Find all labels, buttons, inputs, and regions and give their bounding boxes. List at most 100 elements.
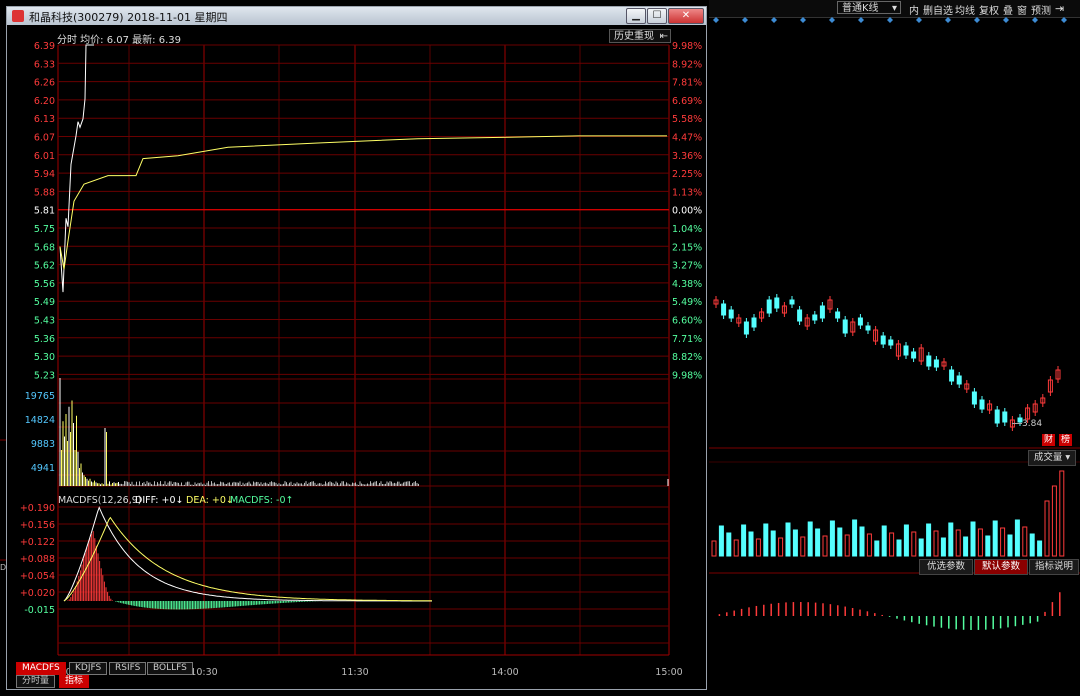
kline-volume-bar <box>882 526 886 556</box>
finance-badge[interactable]: 财 <box>1042 434 1055 446</box>
percent-tick-label: 4.47% <box>672 133 702 144</box>
kline-volume-bar <box>1045 501 1049 556</box>
price-tick-label: 5.62 <box>34 261 55 272</box>
time-tick-label: 10:30 <box>190 667 217 678</box>
kline-volume-bar <box>904 525 908 556</box>
app-logo-icon <box>12 10 24 22</box>
kline-volume-bar <box>808 522 812 556</box>
diff-line <box>64 508 432 602</box>
price-tick-label: 6.39 <box>34 41 55 52</box>
percent-tick-label: 1.13% <box>672 187 702 198</box>
tab-intraday-volume[interactable]: 分时量 <box>16 675 55 688</box>
kline-volume-bar <box>764 524 768 556</box>
price-tick-label: 5.23 <box>34 370 55 381</box>
kline-volume-bar <box>816 529 820 556</box>
kline-volume-bar <box>971 522 975 556</box>
close-button[interactable]: ✕ <box>668 8 704 24</box>
macd-diff: DIFF: +0↓ <box>135 495 184 506</box>
event-marker-icon <box>1003 17 1009 23</box>
kline-volume-bar <box>793 530 797 556</box>
price-tick-label: 5.30 <box>34 352 55 363</box>
kline-volume-bar <box>771 531 775 556</box>
price-tick-label: 5.94 <box>34 169 55 180</box>
kline-volume-bar <box>919 539 923 556</box>
kline-volume-bar <box>1015 520 1019 556</box>
percent-tick-label: 1.04% <box>672 224 702 235</box>
percent-tick-label: 3.27% <box>672 261 702 272</box>
price-tick-label: 6.20 <box>34 96 55 107</box>
average-price-line <box>60 136 667 269</box>
price-tick-label: 6.07 <box>34 133 55 144</box>
kline-volume-bar <box>786 523 790 556</box>
intraday-chart: 6.39 6.33 6.26 6.20 6.13 6.07 6.01 5.94 5.88 5.81… <box>7 25 706 689</box>
kline-volume-bar <box>823 536 827 556</box>
event-marker-icon <box>916 17 922 23</box>
maximize-button[interactable]: ☐ <box>647 8 667 24</box>
tab-rsifs[interactable]: RSIFS <box>109 662 146 675</box>
kline-volume-bar <box>978 529 982 556</box>
event-marker-icon <box>713 17 719 23</box>
kline-volume-bar <box>1023 527 1027 556</box>
kline-volume-bar <box>749 532 753 556</box>
event-marker-icon <box>742 17 748 23</box>
ranking-badge[interactable]: 榜 <box>1059 434 1072 446</box>
event-marker-icon <box>858 17 864 23</box>
volume-tick-label: 19765 <box>25 391 55 402</box>
price-tick-label: 6.01 <box>34 151 55 162</box>
tab-indicator[interactable]: 指标 <box>59 675 89 688</box>
kline-volume-bar <box>993 521 997 556</box>
kline-volume-bar <box>1030 534 1034 556</box>
event-marker-icon <box>945 17 951 23</box>
kline-volume-bar <box>801 537 805 556</box>
percent-tick-label: 3.36% <box>672 151 702 162</box>
tab-bollfs[interactable]: BOLLFS <box>147 662 193 675</box>
dea-line <box>64 518 432 601</box>
macd-dea: DEA: +0↓ <box>186 495 234 506</box>
price-tick-label: 5.68 <box>34 242 55 253</box>
kline-volume-bar <box>934 531 938 556</box>
percent-tick-label: 7.71% <box>672 334 702 345</box>
minimize-button[interactable]: ▁ <box>626 8 646 24</box>
window-titlebar[interactable]: 和晶科技(300279) 2018-11-01 星期四 ▁ ☐ ✕ <box>7 7 706 25</box>
optimize-params-button[interactable]: 优选参数 <box>919 559 973 575</box>
percent-tick-label: 6.60% <box>672 316 702 327</box>
indicator-help-button[interactable]: 指标说明 <box>1029 559 1079 575</box>
intraday-window: 和晶科技(300279) 2018-11-01 星期四 ▁ ☐ ✕ 分时 均价:… <box>6 6 707 690</box>
percent-tick-label: 7.81% <box>672 78 702 89</box>
price-tick-label: 5.56 <box>34 279 55 290</box>
kline-volume-bar <box>830 521 834 556</box>
kline-volume-bar <box>860 527 864 556</box>
percent-tick-label: 6.69% <box>672 96 702 107</box>
macd-value: MACDFS: -0↑ <box>230 495 293 506</box>
kline-volume-bar <box>712 541 716 556</box>
event-marker-icon <box>829 17 835 23</box>
macd-tick-label: +0.190 <box>20 503 55 514</box>
macd-tick-label: +0.122 <box>20 537 55 548</box>
price-tick-label: 5.36 <box>34 334 55 345</box>
percent-tick-label: 5.49% <box>672 297 702 308</box>
kline-volume-bar <box>1052 486 1056 556</box>
price-tick-label: 5.49 <box>34 297 55 308</box>
event-marker-icon <box>887 17 893 23</box>
tab-kdjfs[interactable]: KDJFS <box>69 662 107 675</box>
percent-tick-label: 9.98% <box>672 370 702 381</box>
percent-tick-label: 8.92% <box>672 59 702 70</box>
default-params-button[interactable]: 默认参数 <box>974 559 1028 575</box>
percent-tick-label: 2.15% <box>672 242 702 253</box>
time-tick-label: 15:00 <box>655 667 682 678</box>
event-marker-icon <box>974 17 980 23</box>
volume-tick-label: 9883 <box>31 439 55 450</box>
price-tick-label: 5.43 <box>34 316 55 327</box>
tab-macdfs[interactable]: MACDFS <box>16 662 66 675</box>
event-marker-icon <box>800 17 806 23</box>
volume-indicator-button[interactable]: 成交量 ▾ <box>1028 450 1076 466</box>
kline-volume-bar <box>897 540 901 556</box>
kline-volume-bar <box>875 541 879 556</box>
percent-tick-label: 0.00% <box>672 206 702 217</box>
event-marker-icon <box>771 17 777 23</box>
event-marker-icon <box>1032 17 1038 23</box>
macd-tick-label: +0.054 <box>20 571 55 582</box>
kline-volume-bar <box>867 534 871 556</box>
time-tick-label: 11:30 <box>341 667 368 678</box>
chevron-down-icon: ▾ <box>1065 452 1070 463</box>
